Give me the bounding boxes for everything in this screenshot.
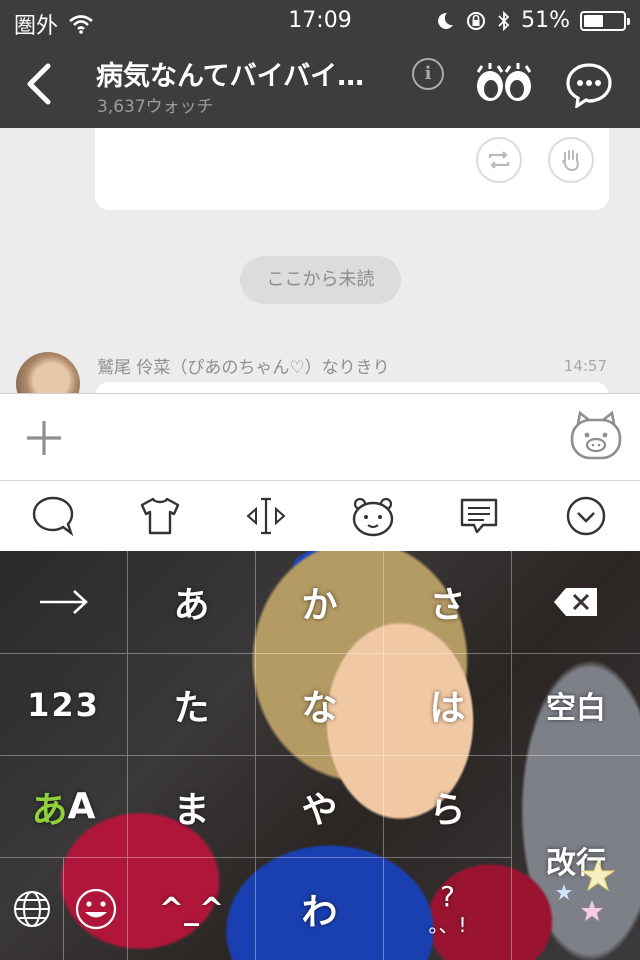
back-icon[interactable]	[20, 60, 60, 108]
input-bar	[0, 393, 640, 481]
unread-divider: ここから未読	[240, 256, 401, 304]
bear-face-icon[interactable]	[351, 495, 395, 537]
globe-key[interactable]	[0, 858, 64, 960]
backspace-key[interactable]	[512, 551, 640, 654]
key-ra[interactable]: ら	[384, 756, 512, 858]
plus-icon[interactable]	[24, 418, 64, 458]
key-sa[interactable]: さ	[384, 551, 512, 654]
rotation-lock-icon	[467, 11, 486, 30]
watch-count: 3,637ウォッチ	[97, 97, 214, 117]
repost-button[interactable]	[476, 137, 522, 183]
smiley-icon	[75, 888, 116, 930]
message-input[interactable]	[80, 404, 550, 470]
sticker-icon[interactable]	[568, 408, 624, 464]
punctuation-key[interactable]: ? 。、!	[384, 858, 512, 960]
message-card	[95, 128, 609, 210]
shirt-icon[interactable]	[138, 495, 182, 537]
chat-area[interactable]: ここから未読 鷲尾 伶菜（ぴあのちゃん♡）なりきり 14:57	[0, 128, 640, 393]
enter-key[interactable]: 改行	[512, 756, 640, 960]
space-key[interactable]: 空白	[512, 654, 640, 756]
numbers-key[interactable]: 123	[0, 654, 128, 756]
bluetooth-icon	[498, 10, 510, 31]
globe-icon	[13, 891, 50, 927]
key-a[interactable]: あ	[128, 551, 256, 654]
cursor-move-icon[interactable]	[244, 495, 288, 537]
key-ka[interactable]: か	[256, 551, 384, 654]
mode-hiragana-label: あ	[31, 789, 68, 831]
keyboard: あ か さ 123 た な は 空白 あA ま や ら 改行 ^_^ わ ? 。…	[0, 551, 640, 960]
chat-bubble-menu-icon[interactable]	[565, 62, 613, 108]
mode-alpha-label: A	[67, 786, 96, 827]
moon-icon	[438, 12, 454, 29]
chevron-down-circle-icon[interactable]	[564, 495, 608, 537]
kaomoji-key[interactable]: ^_^	[128, 858, 256, 960]
info-icon[interactable]: i	[412, 58, 444, 90]
key-na[interactable]: な	[256, 654, 384, 756]
clap-button[interactable]	[548, 137, 594, 183]
stars-icon	[556, 858, 616, 921]
key-wa[interactable]: わ	[256, 858, 384, 960]
punctuation-key-bottom: 。、!	[428, 913, 467, 937]
battery-icon	[580, 10, 630, 31]
repost-icon	[488, 151, 510, 169]
page-title: 病気なんてバイバイ…	[96, 61, 365, 92]
message-time: 14:57	[563, 357, 607, 375]
nav-bar: 病気なんてバイバイ… 3,637ウォッチ i	[0, 40, 640, 128]
arrow-right-icon	[39, 590, 88, 614]
input-mode-key[interactable]: あA	[0, 756, 128, 858]
key-ta[interactable]: た	[128, 654, 256, 756]
punctuation-key-top: ?	[440, 880, 455, 913]
eyes-icon[interactable]	[474, 62, 534, 106]
message-icon[interactable]	[457, 495, 501, 537]
speech-bubble-icon[interactable]	[31, 495, 75, 537]
battery-percent: 51%	[521, 8, 570, 33]
sender-name: 鷲尾 伶菜（ぴあのちゃん♡）なりきり	[97, 358, 390, 378]
key-ma[interactable]: ま	[128, 756, 256, 858]
emoji-key[interactable]	[64, 858, 128, 960]
avatar[interactable]	[16, 352, 80, 393]
message-bubble[interactable]	[95, 382, 609, 393]
key-ya[interactable]: や	[256, 756, 384, 858]
cursor-right-key[interactable]	[0, 551, 128, 654]
keyboard-toolbar	[0, 481, 640, 551]
hand-icon	[562, 150, 579, 172]
key-ha[interactable]: は	[384, 654, 512, 756]
backspace-icon	[554, 588, 597, 616]
status-bar: 圏外 17:09 51%	[0, 0, 640, 40]
